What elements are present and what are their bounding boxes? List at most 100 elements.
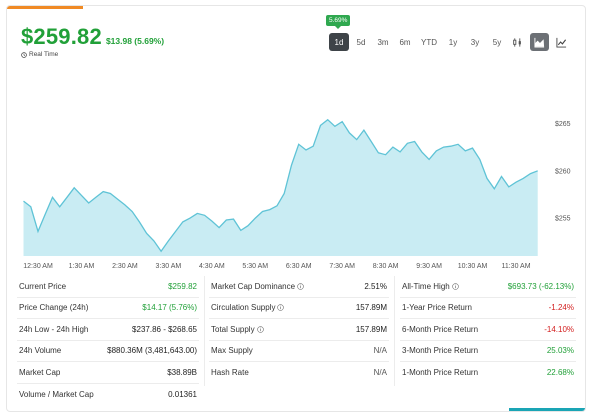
x-tick-label: 3:30 AM <box>156 263 182 270</box>
range-3m-button[interactable]: 3m <box>373 33 393 51</box>
stat-label: Volume / Market Cap <box>19 389 94 399</box>
stat-row-all-time-high: All-Time High $693.73 (-62.13%) <box>400 276 576 298</box>
stat-row-max-supply: Max Supply N/A <box>209 341 389 362</box>
chart-type-selector <box>508 33 571 51</box>
stat-label: All-Time High <box>402 282 459 291</box>
stat-row-market-cap-dominance: Market Cap Dominance 2.51% <box>209 276 389 298</box>
x-tick-label: 8:30 AM <box>373 263 399 270</box>
y-tick-label: $255 <box>555 216 571 223</box>
stats-column-2: Market Cap Dominance 2.51% Circulation Su… <box>209 276 389 384</box>
range-selector: 1d 5d 3m 6m YTD 1y 3y 5y <box>329 33 507 51</box>
price-chart-card: $265 $260 $255 12:30 AM 1:30 AM 2:30 AM 3:30 A… <box>6 5 586 412</box>
info-icon[interactable] <box>277 304 285 312</box>
stat-value: $38.89B <box>167 367 197 377</box>
stat-row-24h-volume: 24h Volume $880.36M (3,481,643.00) <box>17 341 199 362</box>
stat-label: 3-Month Price Return <box>402 346 479 356</box>
stat-label: 24h Low - 24h High <box>19 324 89 334</box>
x-tick-label: 11:30 AM <box>501 263 530 270</box>
stat-value: $237.86 - $268.65 <box>132 324 197 334</box>
realtime-indicator: Real Time <box>21 51 164 58</box>
stat-label: Market Cap <box>19 367 61 377</box>
stat-label: Price Change (24h) <box>19 303 89 313</box>
stat-value: N/A <box>373 368 387 378</box>
area-view-button[interactable] <box>530 33 549 51</box>
stat-row-volume-market-cap: Volume / Market Cap 0.01361 <box>17 384 199 406</box>
stat-row-total-supply: Total Supply 157.89M <box>209 319 389 341</box>
current-price: $259.82 <box>21 24 102 49</box>
info-icon[interactable] <box>256 325 264 333</box>
bottom-accent-line <box>509 408 585 411</box>
x-tick-label: 6:30 AM <box>286 263 312 270</box>
range-1y-button[interactable]: 1y <box>443 33 463 51</box>
stat-row-1m-return: 1-Month Price Return 22.68% <box>400 362 576 384</box>
stats-column-3: All-Time High $693.73 (-62.13%) 1-Year Pr… <box>400 276 576 384</box>
column-divider <box>204 276 205 386</box>
stat-row-price-change: Price Change (24h) $14.17 (5.76%) <box>17 298 199 319</box>
stat-row-market-cap: Market Cap $38.89B <box>17 362 199 384</box>
stat-label: 6-Month Price Return <box>402 324 479 334</box>
stat-row-hash-rate: Hash Rate N/A <box>209 362 389 384</box>
y-tick-label: $260 <box>555 168 571 175</box>
stat-label-text: Total Supply <box>211 324 255 334</box>
stat-label-text: All-Time High <box>402 281 450 291</box>
range-ytd-button[interactable]: YTD <box>417 33 441 51</box>
range-5y-button[interactable]: 5y <box>487 33 507 51</box>
stats-table: Current Price $259.82 Price Change (24h) $… <box>7 276 585 399</box>
stat-label: 1-Year Price Return <box>402 303 472 313</box>
stat-label: Max Supply <box>211 346 253 356</box>
price-area-fill <box>23 119 538 256</box>
price-change: $13.98 (5.69%) <box>105 36 165 46</box>
line-chart-icon <box>556 37 567 48</box>
stat-value: $880.36M (3,481,643.00) <box>107 346 197 356</box>
realtime-label: Real Time <box>29 51 59 58</box>
stat-row-24h-range: 24h Low - 24h High $237.86 - $268.65 <box>17 319 199 341</box>
x-tick-label: 2:30 AM <box>112 263 138 270</box>
stat-label: Hash Rate <box>211 368 249 378</box>
stat-label-text: Circulation Supply <box>211 303 276 313</box>
x-tick-label: 4:30 AM <box>199 263 225 270</box>
stat-label: Circulation Supply <box>211 303 285 313</box>
x-tick-label: 5:30 AM <box>242 263 268 270</box>
range-5d-button[interactable]: 5d <box>351 33 371 51</box>
x-tick-label: 10:30 AM <box>458 263 488 270</box>
stat-value: -14.10% <box>544 324 574 334</box>
stat-value: $693.73 (-62.13%) <box>507 281 574 291</box>
info-icon[interactable] <box>297 282 304 290</box>
clock-icon <box>21 51 27 58</box>
stat-value: 157.89M <box>355 303 387 313</box>
stat-value: 25.03% <box>546 346 574 356</box>
x-tick-label: 7:30 AM <box>329 263 355 270</box>
stat-row-3m-return: 3-Month Price Return 25.03% <box>400 341 576 362</box>
stat-label: Total Supply <box>211 325 264 334</box>
stat-row-current-price: Current Price $259.82 <box>17 276 199 298</box>
stat-label: 24h Volume <box>19 346 62 356</box>
stat-value: $14.17 (5.76%) <box>142 303 197 313</box>
stat-label: 1-Month Price Return <box>402 368 479 378</box>
column-divider <box>394 276 395 386</box>
stat-value: 2.51% <box>364 281 387 291</box>
x-tick-label: 9:30 AM <box>416 263 442 270</box>
candlestick-icon <box>513 37 521 47</box>
stat-label-text: Market Cap Dominance <box>211 281 296 291</box>
info-icon[interactable] <box>451 282 459 290</box>
range-3y-button[interactable]: 3y <box>465 33 485 51</box>
stat-value: 0.01361 <box>168 389 197 399</box>
x-tick-label: 12:30 AM <box>23 263 53 270</box>
area-chart-icon <box>534 37 545 48</box>
stat-value: $259.82 <box>168 281 197 291</box>
stat-value: -1.24% <box>548 303 574 313</box>
range-1d-button[interactable]: 1d <box>329 33 349 51</box>
price-header: $259.82 $13.98 (5.69%) Real Time <box>21 24 164 58</box>
stat-row-circulation-supply: Circulation Supply 157.89M <box>209 298 389 319</box>
line-view-button[interactable] <box>552 33 571 51</box>
stat-label: Market Cap Dominance <box>211 282 304 291</box>
y-tick-label: $265 <box>555 121 571 128</box>
stat-row-6m-return: 6-Month Price Return -14.10% <box>400 319 576 341</box>
range-6m-button[interactable]: 6m <box>395 33 415 51</box>
stat-value: N/A <box>373 346 387 356</box>
stats-column-1: Current Price $259.82 Price Change (24h) $… <box>17 276 199 405</box>
candlestick-view-button[interactable] <box>508 33 527 51</box>
change-tooltip: 5.69% <box>326 15 351 29</box>
stat-label: Current Price <box>19 281 67 291</box>
stat-value: 157.89M <box>355 324 387 334</box>
